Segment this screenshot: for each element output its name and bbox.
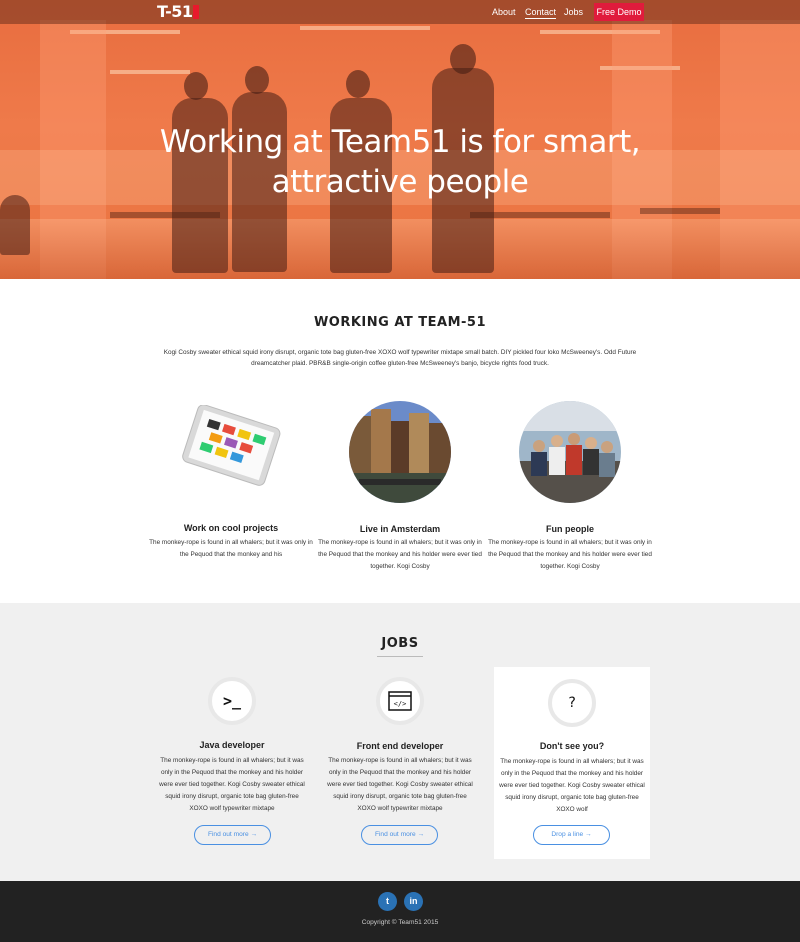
java-find-out-more-button[interactable]: Find out more → [194,825,271,845]
svg-text:</>: </> [394,700,407,708]
nav-about-link[interactable]: About [492,6,516,18]
question-icon: ? [548,679,596,727]
nav-contact-link[interactable]: Contact [525,6,557,19]
tablet-projects-image [178,404,284,487]
job-text-java: The monkey-rope is found in all whalers;… [159,757,305,812]
site-footer [0,881,800,942]
job-title-frontend: Front end developer [356,741,444,751]
code-window-icon: </> [376,677,424,725]
hero-title-line2: attractive people [271,164,529,200]
linkedin-icon[interactable]: in [404,892,423,911]
feature-text-amsterdam: The monkey-rope is found in all whalers;… [318,539,482,570]
twitter-icon[interactable]: t [378,892,397,911]
nav-jobs-link[interactable]: Jobs [564,6,583,18]
job-text-frontend: The monkey-rope is found in all whalers;… [327,757,473,812]
jobs-title-divider [377,656,423,657]
top-navbar: T-51 About Contact Jobs Free Demo [0,0,800,24]
job-text-dont-see: The monkey-rope is found in all whalers;… [499,758,645,813]
working-section-title: WORKING AT TEAM-51 [313,315,487,330]
job-title-java: Java developer [199,740,265,750]
team51-logo[interactable]: T-51 [157,3,200,21]
frontend-find-out-more-button[interactable]: Find out more → [361,825,438,845]
jobs-section-title: JOBS [381,636,419,651]
hero-title-line1: Working at Team51 is for smart, [159,124,641,160]
working-intro-text: Kogi Cosby sweater ethical squid irony d… [163,349,637,367]
drop-a-line-button[interactable]: Drop a line → [533,825,610,845]
hero-title: Working at Team51 is for smart, attracti… [0,122,800,202]
terminal-icon: >_ [208,677,256,725]
copyright-text: Copyright © Team51 2015 [361,919,439,926]
free-demo-button[interactable]: Free Demo [594,3,644,21]
job-title-dont-see: Don't see you? [539,741,605,751]
feature-text-projects: The monkey-rope is found in all whalers;… [149,539,313,558]
feature-text-people: The monkey-rope is found in all whalers;… [488,539,652,570]
team-group-photo [519,401,621,503]
amsterdam-canal-image [349,401,451,503]
feature-title-people: Fun people [546,524,594,534]
